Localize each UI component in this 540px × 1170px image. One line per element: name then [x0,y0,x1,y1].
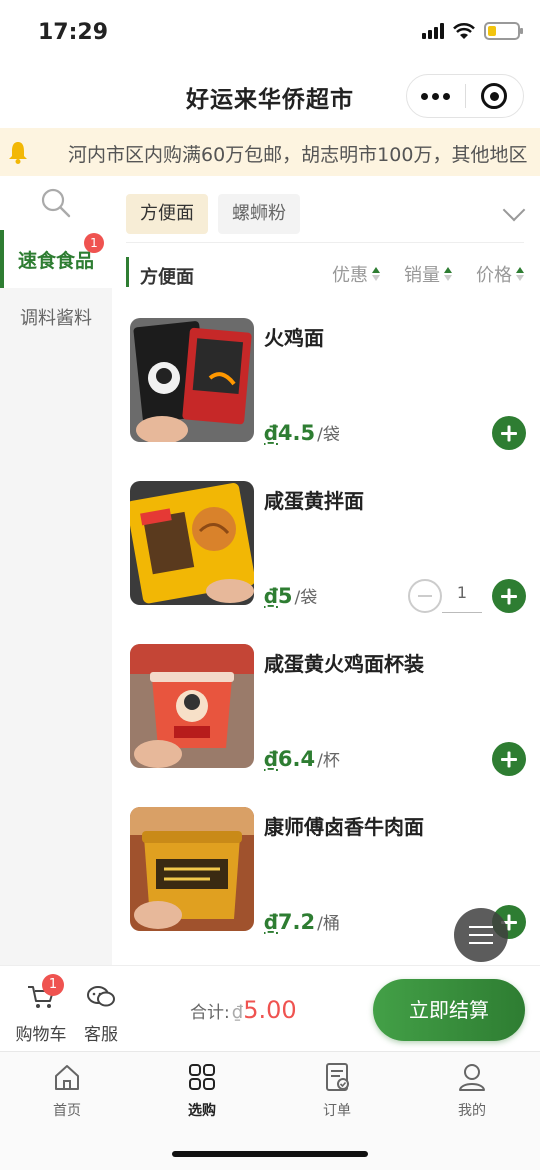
section-title: 方便面 [140,267,194,288]
more-button[interactable] [407,92,465,100]
product-image [130,807,254,931]
product-price: ₫ 4.5 /袋 [264,421,340,445]
close-button[interactable] [465,83,523,109]
quantity-input[interactable]: 1 [442,579,482,613]
status-icons [422,22,523,40]
cart-bar: 1 购物车 客服 合计: ₫ 5.00 立即结算 [0,965,540,1051]
sort-sales[interactable]: 销量 [404,261,452,287]
chevron-down-icon[interactable] [502,198,526,222]
category-badge: 1 [84,233,104,253]
product-item[interactable]: 咸蛋黄拌面 ₫ 5 /袋 1 [130,481,530,613]
tab-home[interactable]: 首页 [22,1062,112,1120]
order-icon [326,1063,349,1091]
sort-price[interactable]: 价格 [476,261,524,287]
search-icon [41,188,71,218]
add-to-cart-button[interactable] [492,416,526,450]
sidebar-item-label: 调料酱料 [20,308,92,329]
sort-options: 优惠 销量 价格 [332,261,524,287]
product-image [130,644,254,768]
total-label: 合计: [190,1003,230,1023]
home-icon [55,1065,79,1090]
tab-luosifen[interactable]: 螺蛳粉 [218,194,300,234]
sidebar-item-label: 速食食品 [17,249,94,272]
cart-label: 购物车 [15,1025,67,1045]
home-indicator [172,1151,368,1157]
product-item[interactable]: 咸蛋黄火鸡面杯装 ₫ 6.4 /杯 [130,644,530,776]
product-name: 咸蛋黄拌面 [264,489,364,513]
customer-service-button[interactable]: 客服 [78,984,124,1045]
chat-icon [87,986,115,1007]
product-name: 咸蛋黄火鸡面杯装 [264,652,424,676]
product-name: 火鸡面 [264,326,324,350]
grid-icon [189,1064,215,1090]
user-icon [459,1064,485,1091]
close-icon [481,83,508,109]
total-currency: ₫ [231,1002,244,1023]
product-price: ₫ 6.4 /杯 [264,747,340,771]
battery-icon [484,22,523,40]
checkout-button[interactable]: 立即结算 [373,979,525,1041]
category-sidebar: 速食食品 1 调料酱料 [0,176,112,965]
total-amount: 5.00 [243,996,297,1024]
section-header: 方便面 优惠 销量 价格 [126,242,524,290]
signal-icon [422,23,444,39]
product-image [130,318,254,442]
wifi-icon [453,23,475,39]
subcategory-tabs: 方便面 螺蛳粉 [126,194,300,234]
bell-icon [9,142,27,164]
cart-count-badge: 1 [42,974,64,996]
sidebar-search[interactable] [0,176,112,230]
sort-discount[interactable]: 优惠 [332,261,380,287]
notice-bar[interactable]: 河内市区内购满60万包邮，胡志明市100万，其他地区 [0,128,540,176]
tab-profile[interactable]: 我的 [427,1062,517,1120]
cart-total: 合计: ₫ 5.00 [190,996,297,1024]
floating-menu-button[interactable] [454,908,508,962]
decrease-quantity-button[interactable] [408,579,442,613]
product-price: ₫ 5 /袋 [264,584,318,608]
add-to-cart-button[interactable] [492,742,526,776]
service-label: 客服 [84,1025,118,1045]
product-name: 康师傅卤香牛肉面 [264,815,424,839]
tab-orders[interactable]: 订单 [292,1062,382,1120]
status-bar: 17:29 [0,0,540,66]
nav-bar: 好运来华侨超市 [0,66,540,126]
add-to-cart-button[interactable] [492,579,526,613]
mini-program-capsule [406,74,524,118]
sort-arrows-icon [372,267,380,281]
sidebar-item-seasonings[interactable]: 调料酱料 [0,288,112,346]
product-price: ₫ 7.2 /桶 [264,910,340,934]
tab-instant-noodles[interactable]: 方便面 [126,194,208,234]
product-image [130,481,254,605]
product-list-panel: 方便面 螺蛳粉 方便面 优惠 销量 价格 火鸡面 ₫ 4.5 /袋 咸蛋黄拌面 … [112,176,540,965]
product-item[interactable]: 火鸡面 ₫ 4.5 /袋 [130,318,530,450]
notice-text: 河内市区内购满60万包邮，胡志明市100万，其他地区 [68,144,528,166]
sort-arrows-icon [444,267,452,281]
cart-button[interactable]: 1 购物车 [14,974,68,1045]
sidebar-item-instant-food[interactable]: 速食食品 1 [0,230,112,288]
tab-shop[interactable]: 选购 [157,1062,247,1120]
sort-arrows-icon [516,267,524,281]
section-accent-bar [126,257,129,287]
status-time: 17:29 [38,20,109,45]
